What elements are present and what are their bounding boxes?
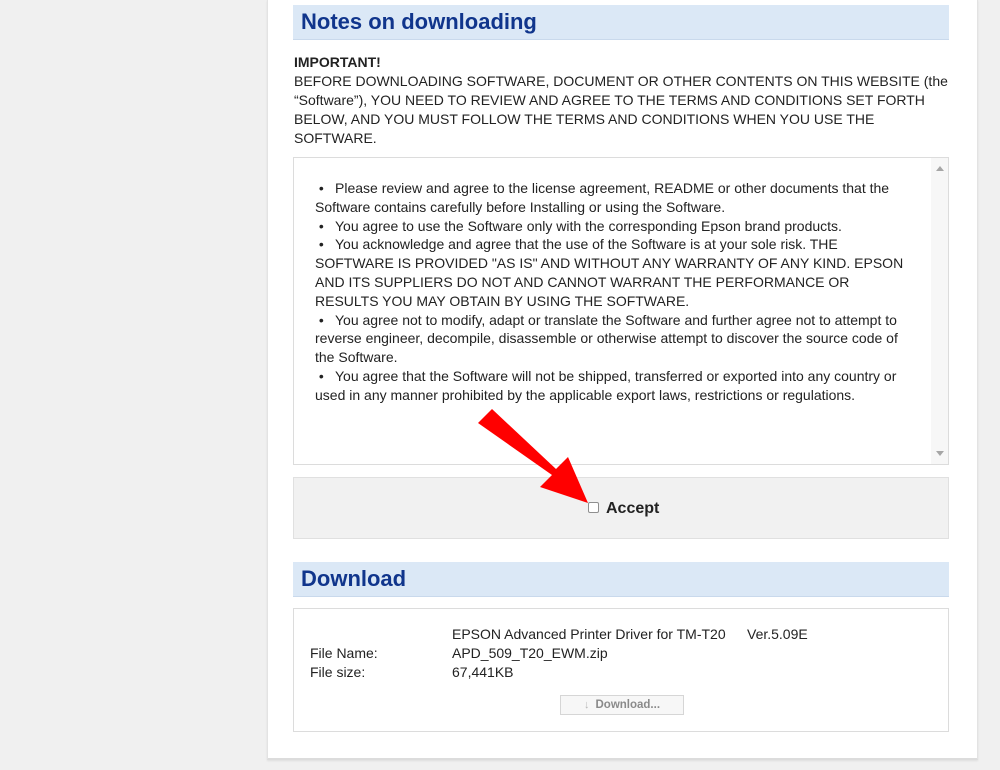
terms-item: • You agree not to modify, adapt or trans… [315,311,898,366]
scroll-down-arrow-icon[interactable] [936,451,944,456]
important-text: BEFORE DOWNLOADING SOFTWARE, DOCUMENT OR… [294,73,948,146]
terms-item: • You agree that the Software will not be… [315,367,897,403]
file-size-label: File size: [310,664,366,680]
important-notice: IMPORTANT! BEFORE DOWNLOADING SOFTWARE, … [294,53,950,148]
download-details: EPSON Advanced Printer Driver for TM-T20… [293,608,949,732]
red-arrow-icon [478,409,588,503]
download-section-header: Download [293,562,949,597]
bullet-icon: • [315,217,324,234]
download-arrow-icon: ↓ [583,699,590,711]
terms-list: • Please review and agree to the license … [315,179,915,405]
terms-scroll-box[interactable]: • Please review and agree to the license … [293,157,949,465]
file-size-value: 67,441KB [452,664,514,680]
terms-item: • You acknowledge and agree that the use … [315,236,904,309]
terms-item: • Please review and agree to the license … [315,180,890,215]
bullet-icon: • [315,311,324,328]
product-version: Ver.5.09E [747,626,808,642]
bullet-icon: • [315,236,324,253]
bullet-icon: • [315,367,324,384]
download-button-label: Download... [595,699,661,711]
download-heading: Download [301,566,407,591]
product-name: EPSON Advanced Printer Driver for TM-T20 [452,626,726,642]
file-name-label: File Name: [310,645,378,661]
important-title: IMPORTANT! [294,54,381,70]
bullet-icon: • [315,180,324,196]
notes-section-header: Notes on downloading [293,5,949,40]
file-name-value: APD_509_T20_EWM.zip [452,645,608,661]
accept-label[interactable]: Accept [606,500,659,518]
scroll-up-arrow-icon[interactable] [936,166,944,171]
terms-item: • You agree to use the Software only with… [315,217,842,234]
accept-area: Accept [293,477,949,539]
download-button[interactable]: ↓ Download... [560,695,684,715]
notes-heading: Notes on downloading [301,9,537,34]
terms-scrollbar[interactable] [931,158,948,464]
